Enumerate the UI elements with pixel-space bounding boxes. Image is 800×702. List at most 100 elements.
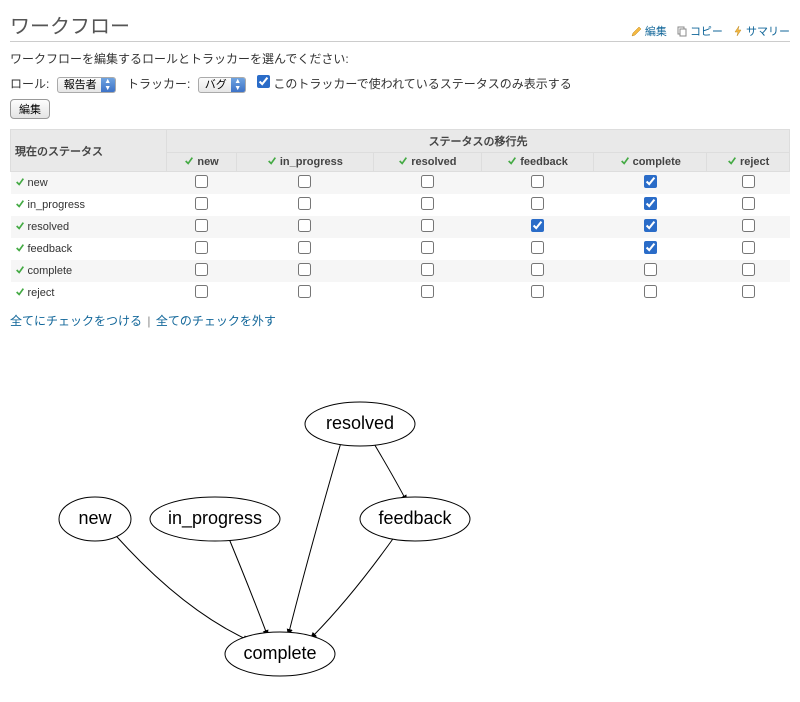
row-status-name: in_progress <box>11 194 167 216</box>
transition-cell <box>236 172 373 195</box>
transition-cell <box>594 260 707 282</box>
transition-cell <box>236 216 373 238</box>
transition-cell <box>481 194 593 216</box>
transition-checkbox[interactable] <box>195 241 208 254</box>
table-row: complete <box>11 260 790 282</box>
transition-checkbox[interactable] <box>531 263 544 276</box>
transition-checkbox[interactable] <box>421 263 434 276</box>
edit-link-label: 編集 <box>645 26 667 38</box>
transition-checkbox[interactable] <box>421 219 434 232</box>
transition-checkbox[interactable] <box>644 285 657 298</box>
transition-cell <box>481 216 593 238</box>
table-row: feedback <box>11 238 790 260</box>
transition-cell <box>236 238 373 260</box>
transition-checkbox[interactable] <box>421 175 434 188</box>
copy-link-label: コピー <box>690 26 723 38</box>
transition-cell <box>707 194 790 216</box>
transition-cell <box>167 238 237 260</box>
node-feedback-label: feedback <box>378 508 452 528</box>
transition-cell <box>481 238 593 260</box>
transition-checkbox[interactable] <box>644 197 657 210</box>
row-status-name: feedback <box>11 238 167 260</box>
submit-button[interactable]: 編集 <box>10 99 50 119</box>
transition-checkbox[interactable] <box>644 263 657 276</box>
transition-checkbox[interactable] <box>298 219 311 232</box>
transition-checkbox[interactable] <box>742 285 755 298</box>
transition-checkbox[interactable] <box>742 197 755 210</box>
transition-checkbox[interactable] <box>531 285 544 298</box>
page-actions: 編集 コピー サマリー <box>625 23 790 39</box>
transition-checkbox[interactable] <box>531 241 544 254</box>
current-status-header: 現在のステータス <box>11 130 167 172</box>
transition-checkbox[interactable] <box>644 219 657 232</box>
table-row: reject <box>11 282 790 304</box>
node-complete-label: complete <box>243 643 316 663</box>
filter-bar: ロール: 報告者 ▲▼ トラッカー: バグ ▲▼ このトラッカーで使われているス… <box>10 75 790 93</box>
edge-new-complete <box>110 529 250 641</box>
edit-link[interactable]: 編集 <box>631 26 670 38</box>
row-status-name: reject <box>11 282 167 304</box>
edge-feedback-complete <box>310 536 395 639</box>
transition-checkbox[interactable] <box>742 241 755 254</box>
transition-checkbox[interactable] <box>298 197 311 210</box>
transition-checkbox[interactable] <box>531 219 544 232</box>
hint-text: ワークフローを編集するロールとトラッカーを選んでください: <box>10 50 790 67</box>
transition-checkbox[interactable] <box>195 263 208 276</box>
transition-checkbox[interactable] <box>421 241 434 254</box>
transition-checkbox[interactable] <box>742 263 755 276</box>
transition-checkbox[interactable] <box>298 285 311 298</box>
transition-checkbox[interactable] <box>742 175 755 188</box>
table-row: resolved <box>11 216 790 238</box>
role-select[interactable]: 報告者 <box>57 77 116 93</box>
only-used-checkbox[interactable] <box>257 75 270 88</box>
transition-checkbox[interactable] <box>298 175 311 188</box>
summary-link[interactable]: サマリー <box>732 26 790 38</box>
uncheck-all-link[interactable]: 全てのチェックを外す <box>156 314 276 328</box>
transition-checkbox[interactable] <box>742 219 755 232</box>
transition-checkbox[interactable] <box>531 197 544 210</box>
edge-inprogress-complete <box>225 529 268 637</box>
transition-cell <box>481 260 593 282</box>
transition-cell <box>373 216 481 238</box>
transition-cell <box>707 260 790 282</box>
status-col-header: reject <box>707 153 790 172</box>
target-status-header: ステータスの移行先 <box>167 130 790 153</box>
status-col-header: in_progress <box>236 153 373 172</box>
node-new-label: new <box>78 508 112 528</box>
transition-cell <box>594 238 707 260</box>
edge-resolved-complete <box>288 439 342 636</box>
transition-checkbox[interactable] <box>421 285 434 298</box>
transition-cell <box>236 282 373 304</box>
transition-checkbox[interactable] <box>421 197 434 210</box>
transition-cell <box>167 194 237 216</box>
transition-checkbox[interactable] <box>195 197 208 210</box>
transition-checkbox[interactable] <box>644 241 657 254</box>
transition-checkbox[interactable] <box>644 175 657 188</box>
transition-cell <box>373 260 481 282</box>
tracker-label: トラッカー: <box>127 77 190 91</box>
copy-link[interactable]: コピー <box>676 26 726 38</box>
transition-checkbox[interactable] <box>195 219 208 232</box>
transition-cell <box>481 282 593 304</box>
status-col-header: resolved <box>373 153 481 172</box>
transition-cell <box>594 172 707 195</box>
tracker-select[interactable]: バグ <box>198 77 246 93</box>
transition-checkbox[interactable] <box>298 263 311 276</box>
only-used-label[interactable]: このトラッカーで使われているステータスのみ表示する <box>273 77 571 91</box>
status-col-header: complete <box>594 153 707 172</box>
transition-cell <box>167 260 237 282</box>
transition-cell <box>707 238 790 260</box>
transition-cell <box>373 282 481 304</box>
transition-checkbox[interactable] <box>195 175 208 188</box>
transition-cell <box>594 216 707 238</box>
role-label: ロール: <box>10 77 49 91</box>
node-in-progress-label: in_progress <box>168 508 262 529</box>
transition-checkbox[interactable] <box>298 241 311 254</box>
page-title: ワークフロー <box>10 10 130 39</box>
check-all-link[interactable]: 全てにチェックをつける <box>10 314 142 328</box>
transition-cell <box>594 282 707 304</box>
lightning-icon <box>732 25 744 37</box>
transition-checkbox[interactable] <box>195 285 208 298</box>
transition-checkbox[interactable] <box>531 175 544 188</box>
transition-cell <box>707 172 790 195</box>
